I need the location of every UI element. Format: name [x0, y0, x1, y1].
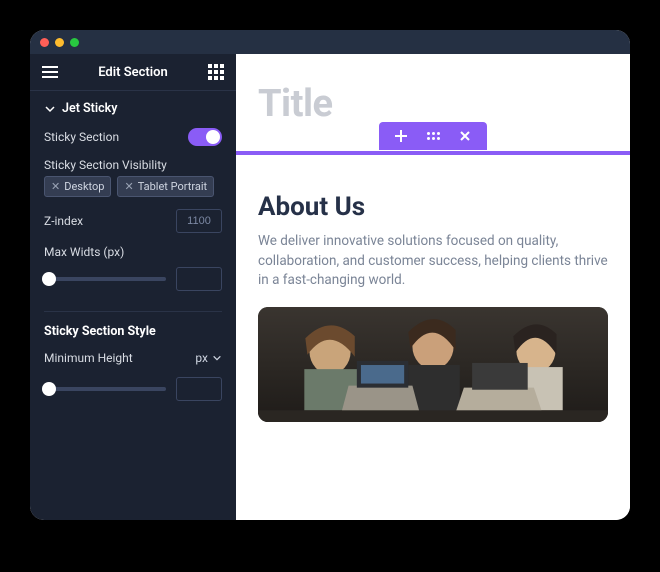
app-window: Edit Section Jet Sticky Sticky Section S…: [30, 30, 630, 520]
minheight-slider[interactable]: [44, 387, 166, 391]
section-highlight-bar: [236, 151, 630, 155]
visibility-label: Sticky Section Visibility: [44, 158, 222, 172]
content-image[interactable]: [258, 307, 608, 422]
menu-icon[interactable]: [42, 66, 58, 78]
tag-label: Tablet Portrait: [138, 180, 207, 193]
content-body[interactable]: We deliver innovative solutions focused …: [258, 232, 608, 291]
visibility-tags: ✕ Desktop ✕ Tablet Portrait: [44, 176, 222, 197]
minheight-label-row: Minimum Height px: [44, 351, 222, 365]
sticky-section-toggle[interactable]: [188, 128, 222, 146]
window-titlebar: [30, 30, 630, 54]
slider-thumb[interactable]: [42, 382, 56, 396]
minheight-unit-select[interactable]: px: [195, 351, 222, 365]
accordion-header[interactable]: Jet Sticky: [44, 101, 222, 116]
zindex-row: Z-index: [44, 209, 222, 233]
zindex-input[interactable]: [176, 209, 222, 233]
accordion-label: Jet Sticky: [62, 101, 117, 116]
editor-canvas[interactable]: Title About Us We deliver innovative sol…: [236, 54, 630, 520]
visibility-group: Sticky Section Visibility ✕ Desktop ✕ Tabl…: [44, 158, 222, 197]
close-window-dot[interactable]: [40, 38, 49, 47]
maxwidth-input[interactable]: [176, 267, 222, 291]
remove-tag-icon[interactable]: ✕: [124, 180, 133, 193]
sidebar-body: Jet Sticky Sticky Section Sticky Section…: [30, 91, 236, 411]
widgets-icon[interactable]: [208, 64, 224, 80]
remove-tag-icon[interactable]: ✕: [51, 180, 60, 193]
minheight-label: Minimum Height: [44, 351, 133, 365]
zindex-label: Z-index: [44, 214, 83, 228]
divider: [44, 311, 222, 312]
minimize-window-dot[interactable]: [55, 38, 64, 47]
maximize-window-dot[interactable]: [70, 38, 79, 47]
unit-label: px: [195, 351, 208, 365]
sidebar-header: Edit Section: [30, 54, 236, 91]
minheight-slider-row: [44, 377, 222, 401]
sidebar-title: Edit Section: [98, 65, 168, 80]
maxwidth-slider[interactable]: [44, 277, 166, 281]
style-section-title: Sticky Section Style: [44, 324, 222, 339]
tag-label: Desktop: [64, 180, 104, 193]
close-section-icon[interactable]: [457, 128, 473, 144]
page-title[interactable]: Title: [258, 82, 608, 126]
slider-thumb[interactable]: [42, 272, 56, 286]
section-toolbar: [379, 122, 487, 150]
sticky-section-row: Sticky Section: [44, 128, 222, 146]
sticky-section-label: Sticky Section: [44, 130, 119, 144]
edit-section-icon[interactable]: [425, 128, 441, 144]
tag-tablet-portrait[interactable]: ✕ Tablet Portrait: [117, 176, 214, 197]
maxwidth-slider-row: [44, 267, 222, 291]
editor-sidebar: Edit Section Jet Sticky Sticky Section S…: [30, 54, 236, 520]
maxwidth-label: Max Widts (px): [44, 245, 222, 259]
chevron-down-icon: [44, 103, 56, 115]
maxwidth-group: Max Widts (px): [44, 245, 222, 291]
content-heading[interactable]: About Us: [258, 192, 608, 222]
minheight-input[interactable]: [176, 377, 222, 401]
main-area: Edit Section Jet Sticky Sticky Section S…: [30, 54, 630, 520]
chevron-down-icon: [212, 353, 222, 363]
tag-desktop[interactable]: ✕ Desktop: [44, 176, 111, 197]
add-section-icon[interactable]: [393, 128, 409, 144]
section-content: About Us We deliver innovative solutions…: [258, 192, 608, 422]
